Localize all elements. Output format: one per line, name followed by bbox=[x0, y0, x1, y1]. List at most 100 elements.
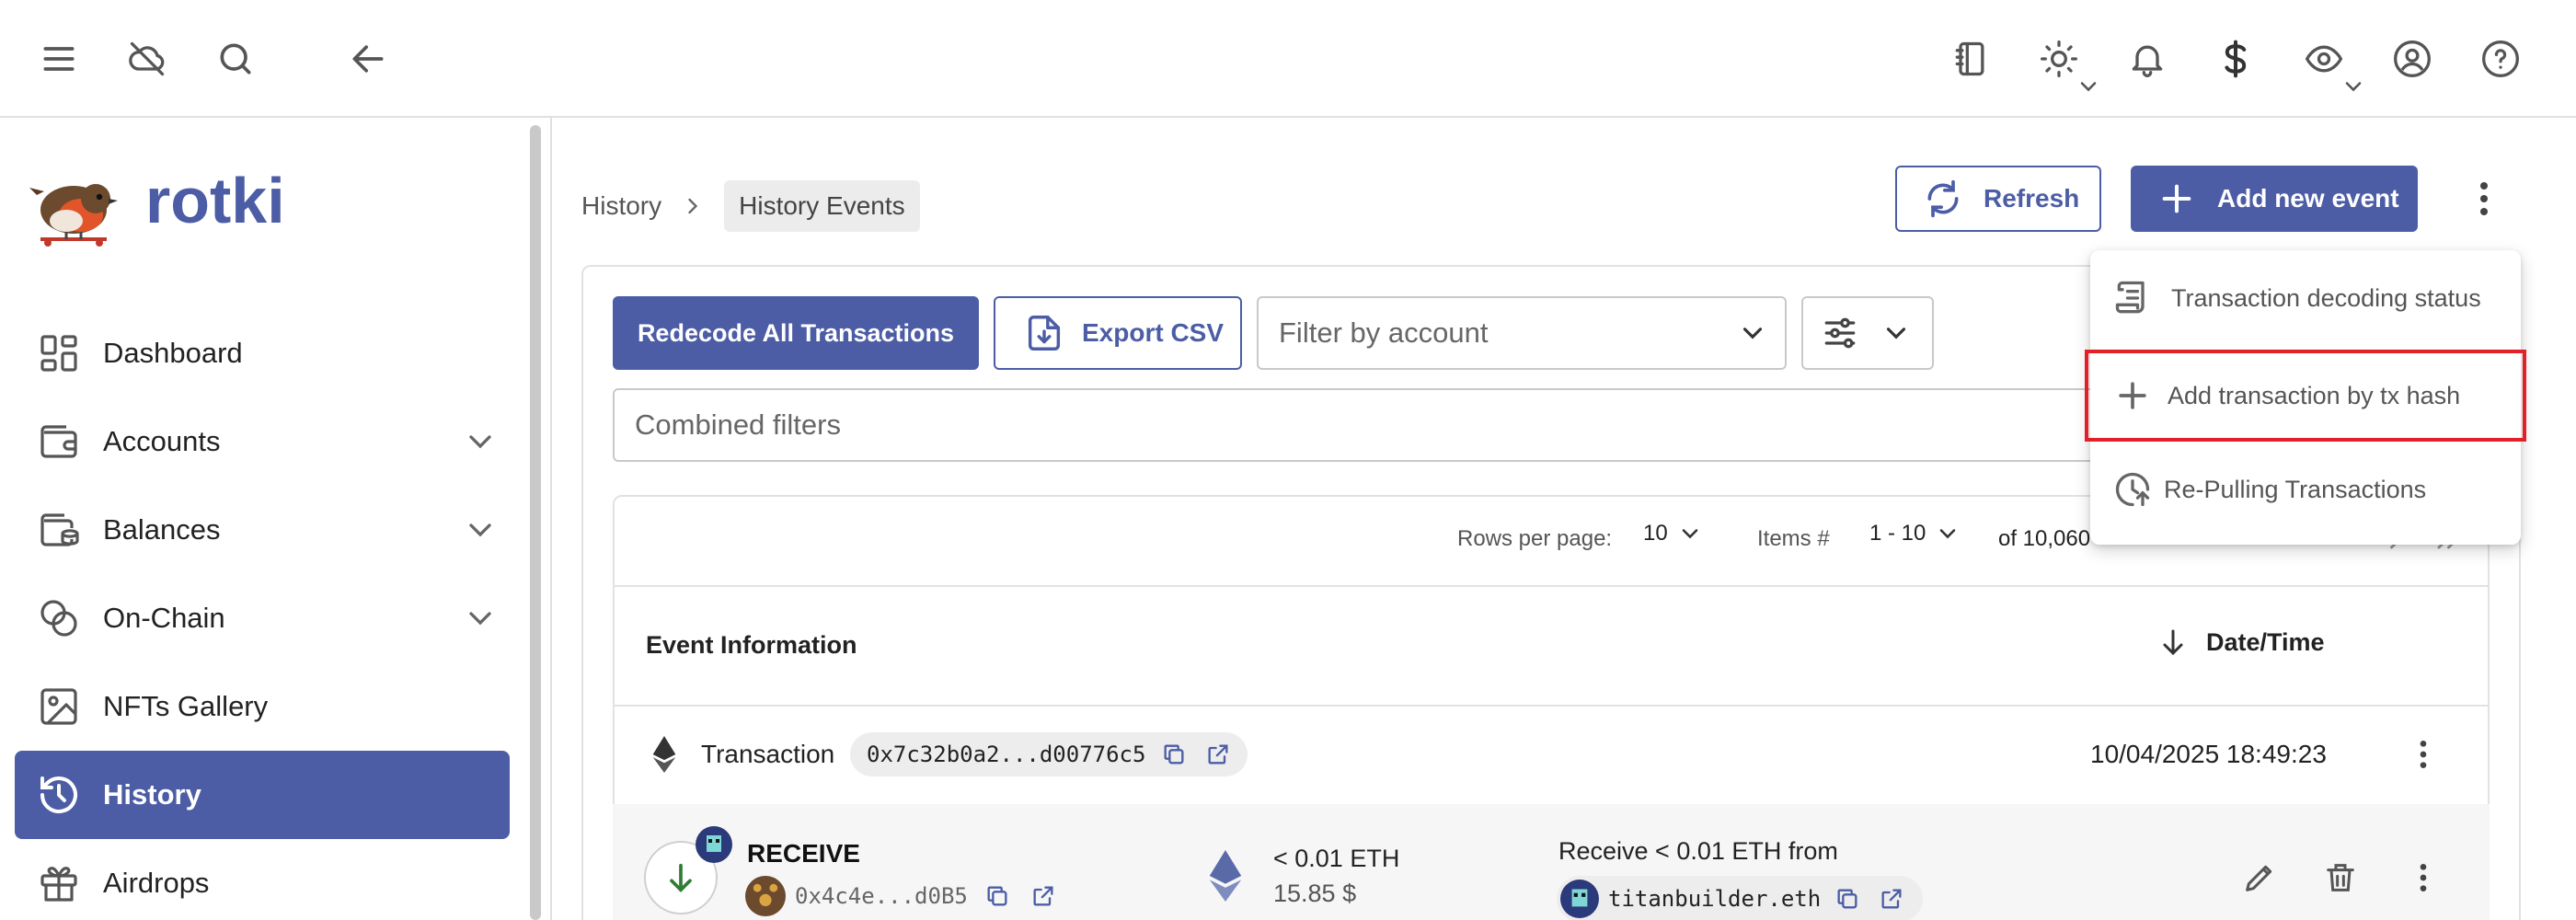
date-time-label: Date/Time bbox=[2206, 627, 2325, 656]
rows-per-page-select[interactable]: 10 bbox=[1643, 521, 1703, 546]
app-name: rotki bbox=[145, 165, 285, 236]
event-amount: < 0.01 ETH bbox=[1273, 845, 1400, 872]
sidebar-item-airdrops[interactable]: Airdrops bbox=[15, 839, 510, 920]
event-value: 15.85 $ bbox=[1273, 880, 1357, 907]
receipt-icon bbox=[2115, 281, 2145, 314]
breadcrumb-parent[interactable]: History bbox=[581, 191, 661, 221]
divider bbox=[613, 705, 2490, 707]
chevron-down-icon bbox=[1682, 529, 1697, 539]
column-header-date-time[interactable]: Date/Time bbox=[2156, 626, 2325, 659]
more-options-menu: Transaction decoding status Add transact… bbox=[2085, 250, 2526, 545]
items-total: of 10,060 bbox=[1998, 526, 2091, 551]
divider bbox=[613, 585, 2490, 587]
external-link-icon[interactable] bbox=[1205, 742, 1231, 767]
gift-icon bbox=[40, 867, 77, 902]
chevron-down-icon[interactable] bbox=[462, 512, 499, 548]
export-csv-button[interactable]: Export CSV bbox=[994, 296, 1242, 370]
sort-arrow-down-icon bbox=[2163, 629, 2183, 656]
copy-icon[interactable] bbox=[1834, 886, 1860, 912]
sidebar-item-label: Balances bbox=[103, 513, 221, 546]
edit-icon[interactable] bbox=[2241, 859, 2278, 896]
rows-per-page-label: Rows per page: bbox=[1457, 526, 1613, 551]
back-arrow-icon[interactable] bbox=[339, 29, 397, 88]
copy-icon[interactable] bbox=[1161, 742, 1187, 767]
sidebar-item-label: On-Chain bbox=[103, 602, 225, 634]
file-download-icon bbox=[1028, 316, 1061, 351]
chevron-down-icon bbox=[1940, 529, 1956, 539]
arrow-down-icon bbox=[670, 863, 692, 892]
sidebar-item-history[interactable]: History bbox=[15, 751, 510, 839]
menu-item-label: Add transaction by tx hash bbox=[2168, 381, 2461, 409]
items-label: Items # bbox=[1757, 526, 1830, 551]
refresh-icon bbox=[1927, 179, 1959, 218]
filter-settings-button[interactable] bbox=[1801, 296, 1934, 370]
notes-icon[interactable] bbox=[1941, 29, 2000, 88]
theme-caret-icon[interactable] bbox=[2076, 74, 2101, 99]
combined-filters-placeholder: Combined filters bbox=[635, 408, 841, 441]
copy-icon[interactable] bbox=[984, 883, 1010, 909]
coins-icon bbox=[40, 600, 77, 637]
rows-per-page-value: 10 bbox=[1643, 521, 1668, 546]
event-more-icon[interactable] bbox=[2405, 856, 2442, 900]
plus-icon bbox=[2162, 184, 2191, 213]
items-range-value: 1 - 10 bbox=[1869, 521, 1926, 546]
search-icon[interactable] bbox=[206, 29, 265, 88]
refresh-button[interactable]: Refresh bbox=[1895, 166, 2101, 232]
sidebar-item-label: Accounts bbox=[103, 425, 221, 457]
chevron-down-icon bbox=[1886, 328, 1906, 339]
counterparty-avatar bbox=[1560, 880, 1599, 918]
breadcrumb: History History Events bbox=[581, 180, 920, 232]
add-new-event-button[interactable]: Add new event bbox=[2131, 166, 2418, 232]
history-icon bbox=[40, 776, 77, 814]
redecode-all-button[interactable]: Redecode All Transactions bbox=[613, 296, 979, 370]
breadcrumb-current: History Events bbox=[724, 180, 920, 232]
tx-hash: 0x7c32b0a2...d00776c5 bbox=[867, 742, 1146, 767]
eth-asset-icon bbox=[1207, 850, 1244, 902]
privacy-caret-icon[interactable] bbox=[2340, 74, 2366, 99]
sidebar-item-on-chain[interactable]: On-Chain bbox=[15, 574, 510, 662]
sliders-icon bbox=[1824, 317, 1856, 349]
sidebar-item-label: NFTs Gallery bbox=[103, 690, 269, 722]
sidebar-item-accounts[interactable]: Accounts bbox=[15, 397, 510, 486]
menu-icon[interactable] bbox=[29, 29, 88, 88]
menu-item-label: Transaction decoding status bbox=[2171, 283, 2481, 312]
sidebar-item-label: History bbox=[103, 778, 201, 811]
currency-icon[interactable] bbox=[2206, 29, 2265, 88]
event-description: Receive < 0.01 ETH from bbox=[1558, 837, 1838, 865]
delete-icon[interactable] bbox=[2322, 859, 2359, 896]
sidebar-scrollbar[interactable] bbox=[530, 125, 541, 920]
dashboard-icon bbox=[40, 335, 77, 372]
menu-item-re-pulling[interactable]: Re-Pulling Transactions bbox=[2090, 445, 2521, 534]
plus-icon bbox=[2119, 382, 2146, 409]
add-new-event-label: Add new event bbox=[2217, 184, 2399, 213]
chevron-right-icon bbox=[688, 198, 698, 214]
external-link-icon[interactable] bbox=[1030, 883, 1056, 909]
menu-item-decoding-status[interactable]: Transaction decoding status bbox=[2090, 254, 2521, 342]
export-csv-label: Export CSV bbox=[1082, 318, 1225, 347]
row-more-icon[interactable] bbox=[2405, 732, 2442, 776]
items-range-select[interactable]: 1 - 10 bbox=[1869, 521, 1961, 546]
sidebar-item-label: Dashboard bbox=[103, 337, 243, 369]
address-avatar bbox=[745, 876, 786, 916]
more-options-icon[interactable] bbox=[2462, 177, 2506, 221]
sidebar-item-dashboard[interactable]: Dashboard bbox=[15, 309, 510, 397]
cloud-off-icon[interactable] bbox=[118, 29, 177, 88]
menu-item-label: Re-Pulling Transactions bbox=[2164, 475, 2427, 503]
image-icon bbox=[40, 688, 77, 725]
sidebar-item-nfts-gallery[interactable]: NFTs Gallery bbox=[15, 662, 510, 751]
ethereum-icon bbox=[650, 736, 679, 773]
bell-icon[interactable] bbox=[2118, 29, 2177, 88]
menu-item-add-tx-by-hash[interactable]: Add transaction by tx hash bbox=[2085, 350, 2526, 442]
counterparty-chip: titanbuilder.eth bbox=[1557, 876, 1923, 920]
sidebar-item-balances[interactable]: Balances bbox=[15, 486, 510, 574]
account-icon[interactable] bbox=[2383, 29, 2442, 88]
counterparty-name: titanbuilder.eth bbox=[1608, 886, 1822, 912]
chevron-down-icon[interactable] bbox=[462, 423, 499, 460]
refresh-label: Refresh bbox=[1984, 184, 2080, 213]
tx-hash-chip: 0x7c32b0a2...d00776c5 bbox=[850, 732, 1248, 776]
chevron-down-icon[interactable] bbox=[462, 600, 499, 637]
account-filter-select[interactable]: Filter by account bbox=[1257, 296, 1787, 370]
account-filter-placeholder: Filter by account bbox=[1279, 316, 1489, 349]
help-icon[interactable] bbox=[2471, 29, 2530, 88]
external-link-icon[interactable] bbox=[1879, 886, 1904, 912]
